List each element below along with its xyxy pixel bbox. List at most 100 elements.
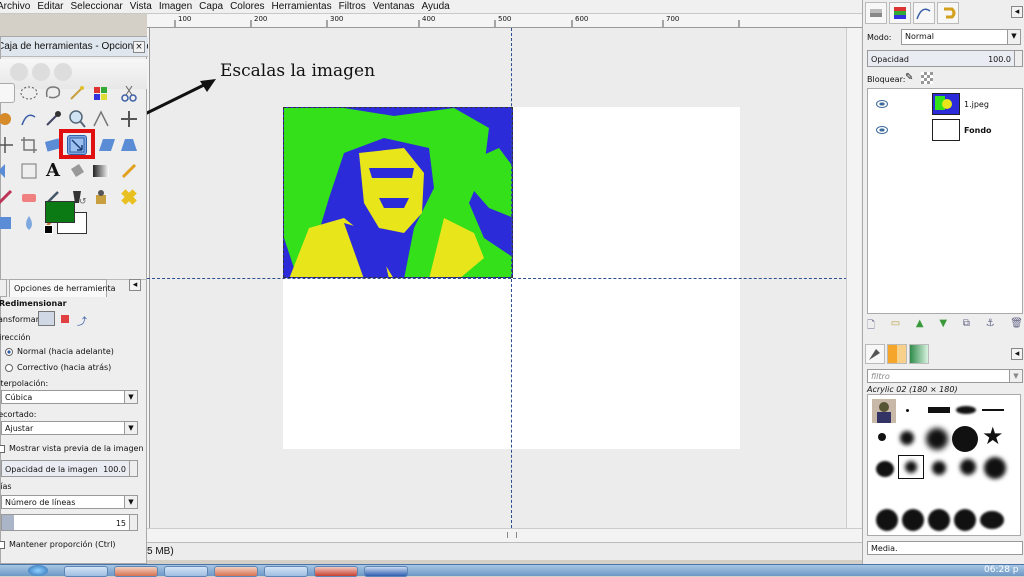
anchor-icon[interactable]: ⚓	[986, 318, 995, 334]
fuzzy-select-icon[interactable]	[67, 83, 87, 103]
taskbar-app-button[interactable]	[364, 566, 408, 577]
horizontal-guide[interactable]	[147, 278, 847, 279]
brush-item[interactable]	[876, 509, 898, 531]
brush-item[interactable]	[984, 457, 1006, 479]
measure-icon[interactable]	[91, 109, 111, 129]
taskbar-app-button[interactable]	[314, 566, 358, 577]
scale-icon[interactable]	[67, 135, 87, 155]
tab-undo[interactable]	[937, 2, 959, 24]
tab-patterns[interactable]	[887, 344, 907, 364]
zoom-icon[interactable]	[67, 109, 87, 129]
tab-gradients[interactable]	[909, 344, 929, 364]
dock-menu-icon[interactable]: ◂	[1011, 6, 1023, 18]
vertical-scrollbar[interactable]	[846, 28, 861, 536]
transform-selection-icon[interactable]	[61, 315, 69, 323]
select-by-color-icon[interactable]	[91, 83, 111, 103]
image-opacity-slider[interactable]: Opacidad de la imagen 100.0	[1, 460, 138, 477]
pencil-icon[interactable]	[119, 161, 139, 181]
blur-icon[interactable]	[19, 213, 39, 233]
tab-menu-icon[interactable]: ◂	[129, 279, 141, 291]
visibility-eye-icon[interactable]	[876, 100, 888, 108]
bucket-fill-icon[interactable]	[67, 161, 87, 181]
menu-vista[interactable]: Vista	[130, 1, 152, 12]
new-layer-group-icon[interactable]: ▭	[891, 318, 900, 334]
flip-icon[interactable]	[0, 161, 15, 181]
taskbar-clock[interactable]: 06:28 p	[984, 565, 1019, 575]
menu-ventanas[interactable]: Ventanas	[373, 1, 415, 12]
brush-item-selected[interactable]	[898, 455, 924, 479]
lower-layer-icon[interactable]: ▼	[939, 318, 947, 334]
menu-imagen[interactable]: Imagen	[159, 1, 192, 12]
foreground-color-front[interactable]	[45, 201, 75, 223]
guide-lines-spinner[interactable]: 15	[1, 514, 138, 531]
close-icon[interactable]: ×	[133, 41, 145, 53]
brush-filter-input[interactable]: filtro ▼	[867, 369, 1023, 383]
tab-paths[interactable]	[913, 2, 935, 24]
menu-filtros[interactable]: Filtros	[339, 1, 366, 12]
menu-ayuda[interactable]: Ayuda	[422, 1, 450, 12]
blend-icon[interactable]	[91, 161, 111, 181]
new-layer-icon[interactable]: 🗋	[867, 318, 875, 334]
guides-select[interactable]: Número de líneas ▼	[1, 495, 138, 509]
layer-row[interactable]: 1.jpeg	[868, 91, 1022, 117]
device-status-tab[interactable]	[0, 279, 7, 297]
vertical-guide[interactable]	[511, 28, 512, 528]
brush-item[interactable]	[954, 509, 976, 531]
delete-layer-icon[interactable]: 🗑	[1010, 318, 1023, 334]
star-brush-icon[interactable]: ★	[982, 423, 1004, 449]
radio-corrective[interactable]: Correctivo (hacia atrás)	[5, 363, 111, 372]
perspective-clone-icon[interactable]	[0, 213, 15, 233]
brushes-menu-icon[interactable]: ◂	[1011, 348, 1023, 360]
menu-herramientas[interactable]: Herramientas	[272, 1, 332, 12]
interpolation-select[interactable]: Cúbica ▼	[1, 390, 138, 404]
lasso-icon[interactable]	[43, 83, 63, 103]
layer-row[interactable]: Fondo	[868, 117, 1022, 143]
scissors-icon[interactable]	[119, 83, 139, 103]
text-tool-icon[interactable]: A	[43, 161, 63, 181]
transform-layer-icon[interactable]	[38, 311, 55, 326]
align-icon[interactable]	[0, 135, 15, 155]
visibility-eye-icon[interactable]	[876, 126, 888, 134]
tab-tool-options[interactable]: Opciones de herramienta	[9, 279, 116, 297]
brush-item[interactable]	[932, 461, 946, 475]
radio-normal[interactable]: Normal (hacia adelante)	[5, 347, 114, 356]
preview-checkbox[interactable]: Mostrar vista previa de la imagen	[0, 444, 144, 453]
crop-icon[interactable]	[19, 135, 39, 155]
default-colors-icon[interactable]	[44, 225, 53, 234]
shear-icon[interactable]	[97, 135, 117, 155]
opacity-spin-button[interactable]	[129, 461, 137, 476]
eraser-icon[interactable]	[19, 187, 39, 207]
tab-channels[interactable]	[889, 2, 911, 24]
layer-opacity-spin[interactable]	[1014, 51, 1022, 66]
brush-item[interactable]	[956, 406, 976, 414]
cage-transform-icon[interactable]	[19, 161, 39, 181]
horizontal-ruler[interactable]: 100 200 300 400 500 600 700	[147, 14, 862, 28]
brush-item[interactable]	[926, 428, 948, 450]
transform-path-icon[interactable]: ⤴	[77, 313, 87, 328]
raise-layer-icon[interactable]: ▲	[916, 318, 924, 334]
brush-item[interactable]	[876, 461, 894, 477]
keep-ratio-checkbox[interactable]: Mantener proporción (Ctrl)	[0, 540, 116, 549]
scroll-thumb[interactable]	[507, 532, 517, 538]
brush-item-photo[interactable]	[872, 399, 896, 423]
clipping-select[interactable]: Ajustar ▼	[1, 421, 138, 435]
brush-item[interactable]	[900, 431, 914, 445]
menu-colores[interactable]: Colores	[230, 1, 264, 12]
taskbar-app-button[interactable]	[214, 566, 258, 577]
brush-item[interactable]	[906, 409, 909, 412]
foreground-select-icon[interactable]	[0, 109, 15, 129]
brush-size-select[interactable]: Media.	[867, 541, 1023, 555]
perspective-icon[interactable]	[119, 135, 139, 155]
menu-editar[interactable]: Editar	[37, 1, 63, 12]
lines-spin-button[interactable]	[129, 515, 137, 530]
brush-item[interactable]	[928, 509, 950, 531]
clone-icon[interactable]	[91, 187, 111, 207]
lock-pixels-icon[interactable]: ✎	[905, 72, 913, 83]
brush-item[interactable]	[960, 459, 976, 475]
menu-capa[interactable]: Capa	[199, 1, 223, 12]
brush-grid[interactable]: ★	[867, 394, 1021, 536]
taskbar-app-button[interactable]	[164, 566, 208, 577]
layer-image-photo[interactable]	[283, 107, 513, 278]
brush-item[interactable]	[980, 511, 1004, 529]
menu-archivo[interactable]: Archivo	[0, 1, 30, 12]
